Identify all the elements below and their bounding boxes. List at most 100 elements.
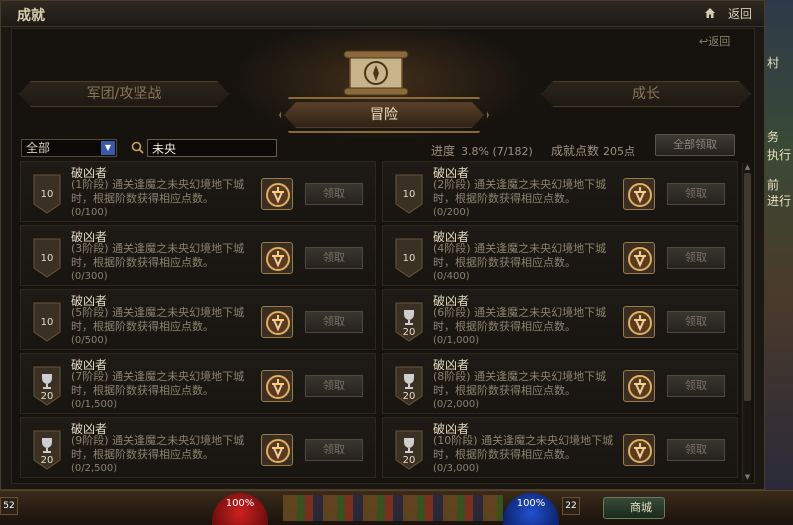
achievement-progress: (0/200)	[433, 207, 470, 218]
achievement-progress: (0/100)	[71, 207, 108, 218]
achievement-progress: (0/3,000)	[433, 463, 480, 474]
achievement-description: (2阶段) 通关逢魔之未央幻境地下城时，根据阶数获得相应点数。	[433, 178, 623, 206]
achievement-stage: (7阶段)	[71, 370, 109, 383]
achievement-stage: (3阶段)	[71, 242, 109, 255]
claim-button[interactable]: 领取	[305, 183, 363, 205]
search-input[interactable]	[147, 139, 277, 157]
achievement-stage: (2阶段)	[433, 178, 471, 191]
tab-adventure[interactable]: 冒险	[284, 102, 484, 128]
achievement-card: 20 破凶者 (10阶段) 通关逢魔之未央幻境地下城时，根据阶数获得相应点数。 (0/…	[382, 417, 738, 478]
badge-points: 10	[40, 253, 54, 264]
tab-legion[interactable]: 军团/攻坚战	[19, 81, 229, 107]
claim-button[interactable]: 领取	[305, 247, 363, 269]
mp-orb: 100%	[503, 493, 559, 525]
points-badge-icon: 10	[395, 174, 423, 214]
points-badge-icon: 10	[395, 238, 423, 278]
achievement-progress: (0/1,000)	[433, 335, 480, 346]
progress-summary: 进度 3.8% (7/182)	[431, 142, 533, 159]
category-select[interactable]: 全部 ▼	[21, 139, 117, 157]
progress-value: 3.8% (7/182)	[461, 145, 533, 158]
claim-button[interactable]: 领取	[667, 311, 725, 333]
category-select-value: 全部	[26, 141, 51, 155]
scroll-down-icon[interactable]: ▼	[744, 473, 751, 481]
claim-button[interactable]: 领取	[305, 375, 363, 397]
scroll-thumb[interactable]	[744, 173, 751, 401]
achievement-stage: (8阶段)	[433, 370, 471, 383]
progress-label: 进度	[431, 144, 456, 158]
title-bar: 成就 返回	[1, 1, 764, 27]
title-back-button[interactable]: 返回	[728, 5, 752, 22]
shop-label: 商城	[630, 501, 652, 514]
skill-bar[interactable]	[283, 495, 503, 521]
reward-box-icon[interactable]	[623, 306, 655, 338]
badge-points: 20	[402, 455, 416, 466]
points-badge-icon: 10	[33, 302, 61, 342]
achievement-description: (4阶段) 通关逢魔之未央幻境地下城时，根据阶数获得相应点数。	[433, 242, 623, 270]
claim-button[interactable]: 领取	[667, 247, 725, 269]
achievement-description: (6阶段) 通关逢魔之未央幻境地下城时，根据阶数获得相应点数。	[433, 306, 623, 334]
achievement-stage: (5阶段)	[71, 306, 109, 319]
badge-points: 10	[402, 189, 416, 200]
achievement-card: 20 破凶者 (9阶段) 通关逢魔之未央幻境地下城时，根据阶数获得相应点数。 (0/2…	[20, 417, 376, 478]
shop-button[interactable]: 商城	[603, 497, 665, 519]
achievement-description: (8阶段) 通关逢魔之未央幻境地下城时，根据阶数获得相应点数。	[433, 370, 623, 398]
reward-box-icon[interactable]	[261, 306, 293, 338]
achievement-stage: (4阶段)	[433, 242, 471, 255]
reward-box-icon[interactable]	[623, 178, 655, 210]
reward-box-icon[interactable]	[623, 370, 655, 402]
achievement-description: (5阶段) 通关逢魔之未央幻境地下城时，根据阶数获得相应点数。	[71, 306, 261, 334]
panel-back-label: 返回	[708, 35, 731, 48]
achievement-card: 10 破凶者 (2阶段) 通关逢魔之未央幻境地下城时，根据阶数获得相应点数。 (0/2…	[382, 161, 738, 222]
badge-points: 20	[402, 327, 416, 338]
tab-growth-label: 成长	[632, 86, 660, 102]
achievement-progress: (0/400)	[433, 271, 470, 282]
claim-button[interactable]: 领取	[305, 439, 363, 461]
claim-button[interactable]: 领取	[667, 375, 725, 397]
achievement-card: 20 破凶者 (6阶段) 通关逢魔之未央幻境地下城时，根据阶数获得相应点数。 (0/1…	[382, 289, 738, 350]
trophy-badge-icon: 20	[395, 430, 423, 470]
achievement-stage: (9阶段)	[71, 434, 109, 447]
chevron-down-icon[interactable]: ▼	[101, 141, 115, 155]
hp-orb: 100%	[212, 493, 268, 525]
achievement-card: 10 破凶者 (3阶段) 通关逢魔之未央幻境地下城时，根据阶数获得相应点数。 (0/3…	[20, 225, 376, 286]
reward-box-icon[interactable]	[261, 242, 293, 274]
scroll-up-icon[interactable]: ▲	[744, 163, 751, 171]
tab-growth[interactable]: 成长	[541, 81, 751, 107]
panel-back-button[interactable]: ↩返回	[699, 33, 730, 49]
game-background: 村 务 执行 前 进行	[765, 0, 793, 490]
reward-box-icon[interactable]	[261, 178, 293, 210]
achievement-progress: (0/500)	[71, 335, 108, 346]
tab-legion-label: 军团/攻坚战	[86, 86, 162, 102]
achievement-card: 20 破凶者 (7阶段) 通关逢魔之未央幻境地下城时，根据阶数获得相应点数。 (0/1…	[20, 353, 376, 414]
points-summary: 成就点数 205点	[551, 142, 635, 159]
trophy-badge-icon: 20	[33, 430, 61, 470]
reward-box-icon[interactable]	[261, 434, 293, 466]
achievement-stage: (6阶段)	[433, 306, 471, 319]
achievement-description: (10阶段) 通关逢魔之未央幻境地下城时，根据阶数获得相应点数。	[433, 434, 623, 462]
claim-button[interactable]: 领取	[667, 183, 725, 205]
side-text-1: 村	[767, 56, 780, 70]
trophy-badge-icon: 20	[395, 302, 423, 342]
back-swirl-icon: ↩	[699, 35, 709, 48]
adventure-scroll-icon	[343, 50, 409, 96]
claim-button[interactable]: 领取	[667, 439, 725, 461]
reward-box-icon[interactable]	[261, 370, 293, 402]
home-icon[interactable]	[704, 7, 716, 19]
badge-points: 20	[40, 455, 54, 466]
points-label: 成就点数	[551, 144, 600, 158]
badge-points: 10	[40, 317, 54, 328]
badge-points: 10	[40, 189, 54, 200]
points-badge-icon: 10	[33, 238, 61, 278]
achievement-progress: (0/2,500)	[71, 463, 118, 474]
achievement-list: 10 破凶者 (1阶段) 通关逢魔之未央幻境地下城时，根据阶数获得相应点数。 (0/1…	[20, 161, 738, 481]
achievement-stage: (10阶段)	[433, 434, 478, 447]
tab-adventure-label: 冒险	[370, 107, 398, 123]
reward-box-icon[interactable]	[623, 242, 655, 274]
reward-box-icon[interactable]	[623, 434, 655, 466]
list-scrollbar[interactable]: ▲ ▼	[742, 163, 751, 481]
trophy-badge-icon: 20	[33, 366, 61, 406]
badge-points: 20	[402, 391, 416, 402]
achievement-progress: (0/300)	[71, 271, 108, 282]
claim-button[interactable]: 领取	[305, 311, 363, 333]
claim-all-button[interactable]: 全部领取	[655, 134, 735, 156]
